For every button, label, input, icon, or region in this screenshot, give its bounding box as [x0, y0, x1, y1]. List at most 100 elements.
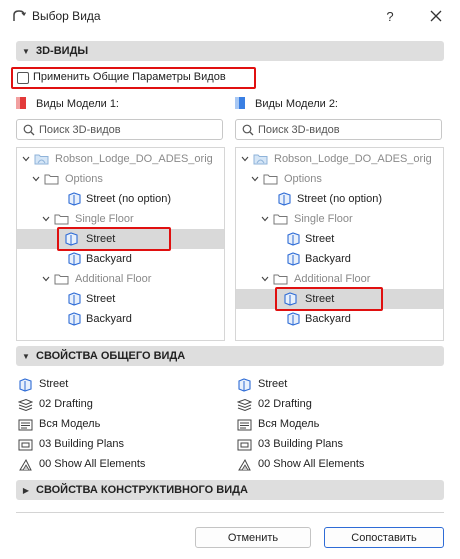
tree-label: Backyard: [86, 253, 132, 265]
view-tree-model-1[interactable]: Robson_Lodge_DO_ADES_orig Options Street…: [16, 147, 225, 341]
tree-row-folder[interactable]: Single Floor: [17, 209, 224, 229]
expand-arrow-icon: [22, 156, 30, 162]
expand-arrow-icon: [42, 216, 50, 222]
expand-arrow-icon: [241, 156, 249, 162]
view-tree-model-2[interactable]: Robson_Lodge_DO_ADES_orig Options Street…: [235, 147, 444, 341]
prop-value: Street: [39, 378, 69, 390]
tree-row-view[interactable]: Street: [17, 289, 224, 309]
folder-icon: [54, 274, 69, 285]
search-field-model-2[interactable]: [235, 119, 442, 140]
prop-graphic-override-right: 00 Show All Elements: [237, 456, 437, 474]
help-button[interactable]: ?: [376, 2, 404, 30]
expand-arrow-icon: [251, 176, 259, 182]
prop-value: Street: [258, 378, 288, 390]
prop-view-name-left: Street: [18, 376, 218, 394]
close-button[interactable]: [420, 2, 452, 30]
3d-view-icon: [68, 312, 81, 326]
cancel-button[interactable]: Отменить: [195, 527, 311, 548]
search-input-model-2[interactable]: [258, 122, 438, 137]
tree-row-view[interactable]: Street (no option): [236, 189, 443, 209]
collapse-triangle-icon: ▼: [22, 46, 30, 56]
tree-label: Options: [65, 173, 103, 185]
tree-row-view[interactable]: Backyard: [17, 249, 224, 269]
graphic-override-icon: [19, 458, 32, 471]
tree-label: Robson_Lodge_DO_ADES_orig: [55, 153, 213, 165]
expand-arrow-icon: [261, 276, 269, 282]
prop-layer-combo-left: 02 Drafting: [18, 396, 218, 414]
tree-label: Street (no option): [86, 193, 171, 205]
highlight-selected-right: [275, 287, 383, 311]
tree-row-folder[interactable]: Options: [236, 169, 443, 189]
close-icon: [430, 10, 442, 22]
model-1-label: Виды Модели 1:: [36, 98, 119, 110]
section-3d-views[interactable]: ▼ 3D-ВИДЫ: [16, 41, 444, 61]
folder-icon: [273, 214, 288, 225]
tree-label: Street (no option): [297, 193, 382, 205]
tree-row-view[interactable]: Backyard: [236, 249, 443, 269]
3d-view-icon: [238, 378, 251, 392]
collapse-triangle-icon: ▼: [22, 351, 30, 361]
folder-icon: [263, 174, 278, 185]
prop-value: 03 Building Plans: [258, 438, 344, 450]
tree-label: Robson_Lodge_DO_ADES_orig: [274, 153, 432, 165]
prop-pen-set-left: 03 Building Plans: [18, 436, 218, 454]
search-input-model-1[interactable]: [39, 122, 219, 137]
section-structural-view-props[interactable]: ▶ СВОЙСТВА КОНСТРУКТИВНОГО ВИДА: [16, 480, 444, 500]
apply-common-label: Применить Общие Параметры Видов: [33, 71, 226, 83]
tree-label: Single Floor: [75, 213, 134, 225]
graphic-override-icon: [238, 458, 251, 471]
tree-row-view[interactable]: Backyard: [236, 309, 443, 329]
tree-row-project[interactable]: Robson_Lodge_DO_ADES_orig: [236, 149, 443, 169]
layers-icon: [237, 398, 252, 412]
3d-view-icon: [19, 378, 32, 392]
section-common-view-props[interactable]: ▼ СВОЙСТВА ОБЩЕГО ВИДА: [16, 346, 444, 366]
search-field-model-1[interactable]: [16, 119, 223, 140]
tree-row-view[interactable]: Backyard: [17, 309, 224, 329]
tree-label: Additional Floor: [294, 273, 371, 285]
prop-layer-combo-right: 02 Drafting: [237, 396, 437, 414]
section-common-props-label: СВОЙСТВА ОБЩЕГО ВИДА: [36, 350, 186, 362]
pen-set-icon: [18, 439, 33, 451]
expand-arrow-icon: [32, 176, 40, 182]
prop-value: 03 Building Plans: [39, 438, 125, 450]
prop-graphic-override-left: 00 Show All Elements: [18, 456, 218, 474]
compare-button[interactable]: Сопоставить: [324, 527, 444, 548]
project-folder-icon: [34, 154, 49, 165]
tree-row-view[interactable]: Street (no option): [17, 189, 224, 209]
tree-row-folder[interactable]: Additional Floor: [17, 269, 224, 289]
3d-view-icon: [287, 252, 300, 266]
tree-label: Additional Floor: [75, 273, 152, 285]
folder-icon: [44, 174, 59, 185]
title-bar: Выбор Вида ?: [0, 0, 460, 32]
tree-label: Street: [305, 233, 335, 245]
apply-common-checkbox[interactable]: [17, 72, 29, 84]
prop-value: Вся Модель: [39, 418, 101, 430]
section-structural-props-label: СВОЙСТВА КОНСТРУКТИВНОГО ВИДА: [36, 484, 248, 496]
model-view-icon: [237, 419, 252, 431]
footer-divider: [16, 512, 444, 513]
tree-label: Backyard: [305, 253, 351, 265]
prop-value: 00 Show All Elements: [39, 458, 146, 470]
tree-row-view[interactable]: Street: [236, 229, 443, 249]
prop-value: 02 Drafting: [258, 398, 312, 410]
tree-row-folder[interactable]: Additional Floor: [236, 269, 443, 289]
model-2-flag-icon: [235, 97, 245, 109]
model-1-flag-icon: [16, 97, 26, 109]
tree-row-folder[interactable]: Options: [17, 169, 224, 189]
window-title: Выбор Вида: [32, 9, 101, 23]
project-folder-icon: [253, 154, 268, 165]
folder-icon: [273, 274, 288, 285]
tree-label: Options: [284, 173, 322, 185]
tree-row-folder[interactable]: Single Floor: [236, 209, 443, 229]
prop-view-name-right: Street: [237, 376, 437, 394]
search-icon: [23, 124, 35, 136]
layers-icon: [18, 398, 33, 412]
tree-label: Backyard: [86, 313, 132, 325]
expand-arrow-icon: [42, 276, 50, 282]
folder-icon: [54, 214, 69, 225]
section-3d-views-label: 3D-ВИДЫ: [36, 45, 89, 57]
model-2-label: Виды Модели 2:: [255, 98, 338, 110]
3d-view-icon: [287, 232, 300, 246]
tree-row-project[interactable]: Robson_Lodge_DO_ADES_orig: [17, 149, 224, 169]
3d-view-icon: [68, 192, 81, 206]
